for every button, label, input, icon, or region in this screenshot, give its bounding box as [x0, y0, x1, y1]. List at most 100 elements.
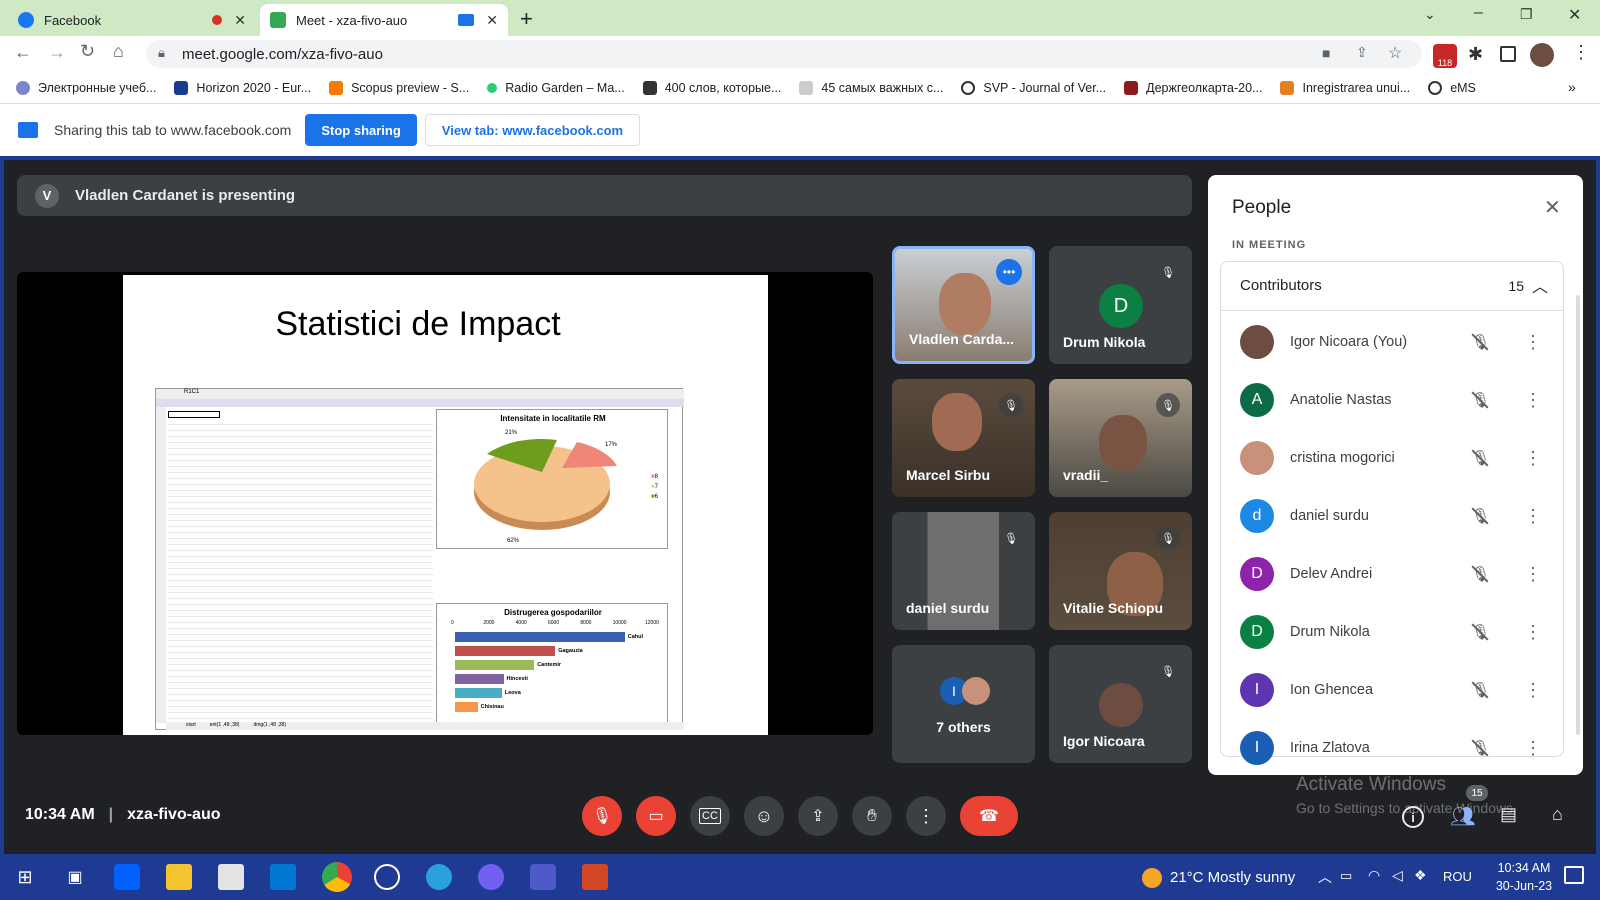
mail-icon[interactable]: [270, 864, 296, 890]
bookmark-item[interactable]: Электронные учеб...: [16, 80, 156, 95]
activities-icon[interactable]: ⌂: [1552, 804, 1563, 825]
close-icon[interactable]: ✕: [234, 12, 246, 29]
whatsapp-icon[interactable]: [374, 864, 400, 890]
dropbox-tray-icon[interactable]: ❖: [1414, 867, 1427, 884]
chrome-menu-icon[interactable]: ⋮: [1572, 42, 1590, 63]
chevron-up-icon[interactable]: ︿: [1532, 273, 1548, 297]
bookmark-item[interactable]: 45 самых важных с...: [799, 80, 943, 95]
more-vert-icon[interactable]: ⋮: [1524, 680, 1542, 701]
volume-icon[interactable]: ◁: [1392, 867, 1403, 884]
bookmark-item[interactable]: SVP - Journal of Ver...: [961, 80, 1106, 95]
bookmark-item[interactable]: eMS: [1428, 80, 1476, 95]
info-icon[interactable]: i: [1402, 806, 1424, 828]
bookmark-item[interactable]: 400 слов, которые...: [642, 80, 781, 95]
people-icon[interactable]: 👥︎: [1450, 804, 1475, 829]
puzzle-icon[interactable]: ✱: [1468, 44, 1483, 65]
home-icon[interactable]: ⌂: [113, 41, 124, 62]
participant-row[interactable]: I Ion Ghencea 🎙︎ ⋮: [1208, 661, 1558, 719]
extension-badge-icon[interactable]: 118: [1433, 44, 1457, 68]
participant-tile[interactable]: 🎙︎ Marcel Sirbu: [892, 379, 1035, 497]
more-vert-icon[interactable]: ⋮: [1524, 738, 1542, 759]
bookmark-item[interactable]: Inregistrarea unui...: [1280, 80, 1410, 95]
participant-tile[interactable]: 🎙︎ daniel surdu: [892, 512, 1035, 630]
task-view-icon[interactable]: ▣: [62, 864, 88, 890]
more-vert-icon[interactable]: ⋮: [1524, 506, 1542, 527]
participant-row[interactable]: cristina mogorici 🎙︎ ⋮: [1208, 429, 1558, 487]
profile-avatar[interactable]: [1530, 43, 1554, 67]
tab-search-icon[interactable]: ⌄: [1424, 6, 1436, 23]
participant-row[interactable]: d daniel surdu 🎙︎ ⋮: [1208, 487, 1558, 545]
dropbox-icon[interactable]: [114, 864, 140, 890]
more-options-button[interactable]: ⋮: [906, 796, 946, 836]
more-vert-icon[interactable]: ⋮: [1524, 448, 1542, 469]
more-vert-icon[interactable]: ⋮: [1524, 564, 1542, 585]
participant-tile[interactable]: 🎙︎ Vitalie Schiopu: [1049, 512, 1192, 630]
participant-row[interactable]: D Delev Andrei 🎙︎ ⋮: [1208, 545, 1558, 603]
scrollbar[interactable]: [1576, 295, 1580, 735]
address-bar[interactable]: 🔒︎ meet.google.com/xza-fivo-auo ■ ⇪ ☆: [146, 40, 1422, 68]
maximize-button[interactable]: ❐: [1520, 6, 1533, 23]
weather-text[interactable]: 21°C Mostly sunny: [1170, 869, 1295, 886]
bookmarks-more[interactable]: »: [1568, 79, 1576, 95]
participant-row[interactable]: A Anatolie Nastas 🎙︎ ⋮: [1208, 371, 1558, 429]
file-explorer-icon[interactable]: [166, 864, 192, 890]
more-vert-icon[interactable]: ⋮: [1524, 332, 1542, 353]
language-indicator[interactable]: ROU: [1443, 869, 1472, 884]
participant-row[interactable]: I Irina Zlatova 🎙︎ ⋮: [1208, 719, 1558, 777]
forward-icon[interactable]: →: [48, 42, 66, 63]
tray-chevron-icon[interactable]: ︿: [1318, 867, 1332, 887]
notifications-icon[interactable]: [1564, 866, 1584, 884]
windows-start-icon[interactable]: ⊞: [12, 864, 38, 890]
mic-button[interactable]: 🎙︎: [582, 796, 622, 836]
wifi-icon[interactable]: ◠: [1368, 867, 1380, 884]
captions-button[interactable]: CC: [690, 796, 730, 836]
participant-tile[interactable]: 🎙︎ vradii_: [1049, 379, 1192, 497]
star-icon[interactable]: ☆: [1388, 43, 1402, 63]
share-icon[interactable]: ⇪: [1356, 44, 1368, 61]
more-vert-icon[interactable]: ⋮: [1524, 390, 1542, 411]
window-close-button[interactable]: ✕: [1568, 5, 1581, 25]
tab-meet[interactable]: Meet - xza-fivo-auo ✕: [260, 4, 508, 36]
tab-facebook[interactable]: Facebook ✕: [8, 4, 256, 36]
chat-icon[interactable]: ▤: [1500, 804, 1517, 825]
bookmark-item[interactable]: Horizon 2020 - Eur...: [174, 80, 311, 95]
store-icon[interactable]: [218, 864, 244, 890]
participant-tile[interactable]: 🎙︎ Igor Nicoara: [1049, 645, 1192, 763]
bookmark-item[interactable]: Держгеолкарта-20...: [1124, 80, 1262, 95]
stop-sharing-button[interactable]: Stop sharing: [305, 114, 417, 146]
reload-icon[interactable]: ↻: [80, 41, 95, 62]
close-icon[interactable]: ✕: [1544, 195, 1561, 220]
viber-icon[interactable]: [478, 864, 504, 890]
participant-tile[interactable]: ••• Vladlen Carda...: [892, 246, 1035, 364]
leave-call-button[interactable]: ☎: [960, 796, 1018, 836]
sheet-tab[interactable]: start: [186, 722, 196, 730]
sheet-tab[interactable]: dmg(1 ,48 ,38): [253, 722, 286, 730]
others-tile[interactable]: I 7 others: [892, 645, 1035, 763]
telegram-icon[interactable]: [426, 864, 452, 890]
raise-hand-button[interactable]: ✋︎: [852, 796, 892, 836]
sheet-tab[interactable]: ent(1 ,48 ,38): [210, 722, 240, 730]
clock[interactable]: 10:34 AM 30-Jun-23: [1488, 859, 1560, 895]
view-tab-button[interactable]: View tab: www.facebook.com: [424, 114, 641, 146]
participant-tile[interactable]: D 🎙︎ Drum Nikola: [1049, 246, 1192, 364]
close-icon[interactable]: ✕: [486, 12, 498, 29]
new-tab-button[interactable]: +: [520, 6, 533, 32]
contributors-header[interactable]: Contributors 15 ︿: [1220, 261, 1564, 311]
participant-row[interactable]: D Drum Nikola 🎙︎ ⋮: [1208, 603, 1558, 661]
reactions-button[interactable]: ☺: [744, 796, 784, 836]
bookmark-item[interactable]: Scopus preview - S...: [329, 80, 469, 95]
minimize-button[interactable]: –: [1474, 4, 1483, 22]
camera-button[interactable]: ▭: [636, 796, 676, 836]
more-options-icon[interactable]: •••: [996, 259, 1022, 285]
present-button[interactable]: ⇪: [798, 796, 838, 836]
participant-row[interactable]: Igor Nicoara (You) 🎙︎ ⋮: [1208, 313, 1558, 371]
powerpoint-icon[interactable]: [582, 864, 608, 890]
sidepanel-icon[interactable]: [1500, 46, 1516, 62]
battery-icon[interactable]: ▭: [1340, 868, 1352, 884]
more-vert-icon[interactable]: ⋮: [1524, 622, 1542, 643]
teams-icon[interactable]: [530, 864, 556, 890]
chrome-icon[interactable]: [322, 862, 352, 892]
bookmark-item[interactable]: Radio Garden – Ma...: [487, 81, 625, 95]
back-icon[interactable]: ←: [14, 42, 32, 63]
camera-icon[interactable]: ■: [1322, 45, 1330, 61]
